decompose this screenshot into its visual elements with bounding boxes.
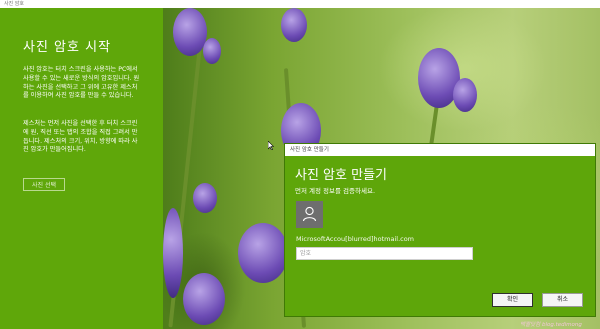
lavender-flower — [453, 78, 477, 112]
left-info-panel: 사진 암호 시작 사진 암호는 터치 스크린을 사용하는 PC에서 사용할 수 … — [0, 8, 163, 329]
avatar — [296, 201, 323, 228]
user-icon — [302, 206, 317, 222]
choose-photo-button[interactable]: 사진 선택 — [23, 178, 65, 191]
password-field[interactable]: 암호 — [296, 247, 473, 260]
window-title: 사진 암호 — [4, 1, 24, 7]
dialog-title-bar: 사진 암호 만들기 — [285, 144, 595, 156]
dialog-title-bar-text: 사진 암호 만들기 — [290, 147, 329, 153]
cancel-button[interactable]: 취소 — [542, 293, 583, 307]
window-title-bar: 사진 암호 — [0, 0, 600, 8]
lavender-flower — [173, 8, 207, 56]
dialog-heading: 사진 암호 만들기 — [295, 168, 387, 183]
lavender-flower — [281, 8, 307, 42]
ok-button[interactable]: 확인 — [492, 293, 533, 307]
lavender-flower — [193, 183, 217, 213]
dialog-subtitle: 먼저 계정 정보를 검증하세요. — [295, 187, 376, 195]
panel-description-2: 제스처는 먼저 사진을 선택한 후 터치 스크린에 원, 직선 또는 탭의 조합… — [23, 120, 138, 154]
lavender-flower — [238, 223, 288, 283]
lavender-flower — [163, 208, 183, 298]
panel-description-1: 사진 암호는 터치 스크린을 사용하는 PC에서 사용할 수 있는 새로운 방식… — [23, 66, 140, 100]
lavender-flower — [203, 38, 221, 64]
watermark: 맥짤닷컴 blog.tedimong — [520, 322, 582, 328]
account-email: MicrosoftAccou[blurred]hotmail.com — [296, 235, 415, 243]
mouse-cursor-icon — [268, 141, 274, 150]
lavender-flower — [183, 273, 225, 325]
panel-title: 사진 암호 시작 — [23, 40, 112, 55]
create-picture-password-dialog: 사진 암호 만들기 사진 암호 만들기 먼저 계정 정보를 검증하세요. Mic… — [284, 143, 596, 317]
